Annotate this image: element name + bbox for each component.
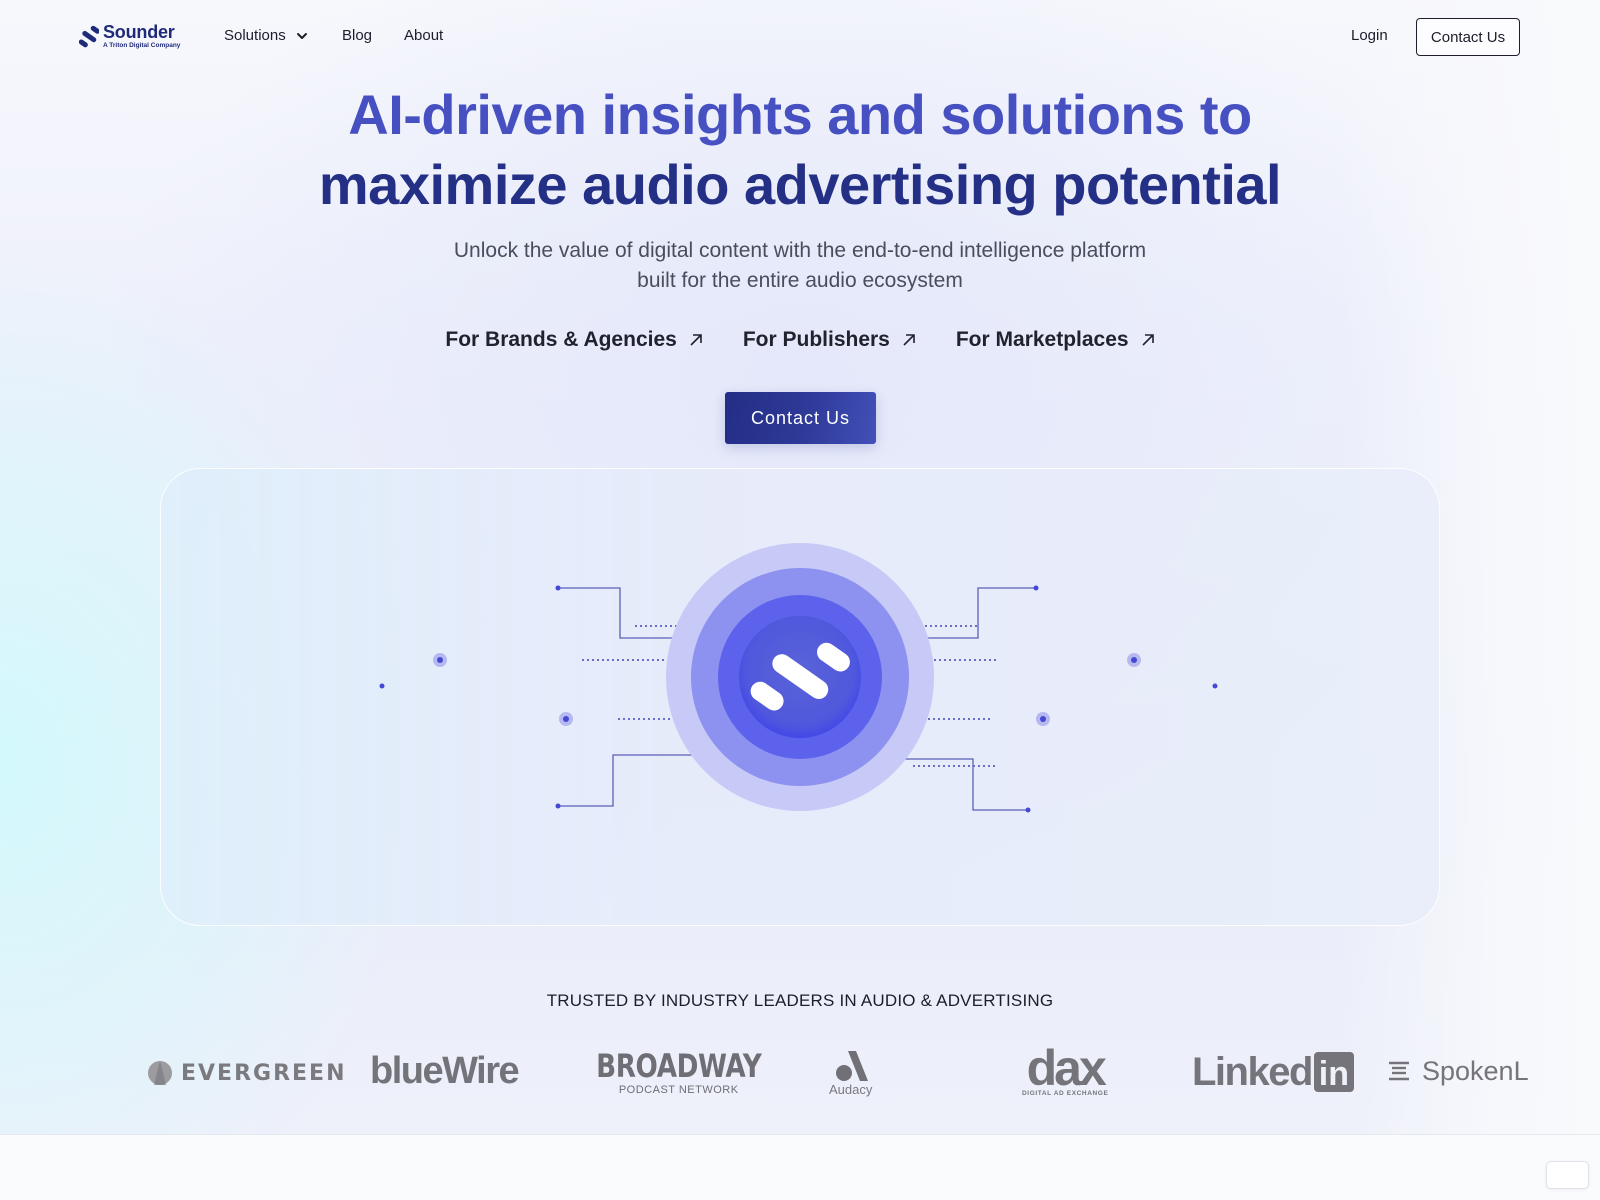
link-label: For Publishers [742,328,890,351]
linkedin-in-badge: in [1313,1052,1354,1092]
hero-subheading: Unlock the value of digital content with… [0,236,1600,296]
partner-name: SpokenL [1422,1056,1529,1086]
partner-name: BROADWAY [596,1047,762,1085]
headline-line-2: maximize audio advertising potential [318,153,1282,216]
chevron-down-icon [296,33,307,39]
audacy-a-icon [835,1051,868,1081]
illustration-card [160,468,1440,926]
chat-widget-button[interactable] [1546,1161,1589,1189]
link-label: For Marketplaces [955,328,1129,351]
login-link[interactable]: Login [1351,26,1388,46]
arrow-up-right-icon [1142,334,1154,346]
nav-contact-button[interactable]: Contact Us [1416,18,1520,56]
partner-logo-spokenlayer: SpokenL [1388,1056,1529,1086]
partner-logo-linkedin: Linked in [1192,1052,1354,1092]
sounder-logo[interactable]: Sounder A Triton Digital Company [79,22,183,50]
partner-logo-broadway: BROADWAY PODCAST NETWORK [578,1050,779,1096]
partner-subtitle: DIGITAL AD EXCHANGE [1022,1090,1109,1097]
arrow-up-right-icon [690,334,702,346]
sounder-logo-mark-icon [79,25,99,48]
headline-line-1: AI-driven insights and solutions to [348,83,1252,146]
partner-logo-audacy: Audacy [829,1051,872,1097]
logo-wordmark: Sounder [103,22,175,42]
audience-links: For Brands & Agencies For Publishers For… [0,324,1600,356]
logo-tagline: A Triton Digital Company [103,42,181,49]
link-publishers[interactable]: For Publishers [743,324,916,356]
partner-logo-evergreen: EVERGREEN [147,1060,347,1086]
evergreen-leaf-icon [148,1061,172,1085]
partner-name: Audacy [829,1082,873,1097]
nav-about[interactable]: About [404,26,443,46]
partner-subtitle: PODCAST NETWORK [618,1084,739,1096]
partner-logo-bluewire: blueWire [370,1050,520,1093]
partner-name: dax [1026,1040,1107,1096]
partner-name: EVERGREEN [181,1060,347,1086]
top-navigation: Sounder A Triton Digital Company Solutio… [0,0,1600,74]
spoken-lines-icon [1389,1061,1409,1081]
next-section-edge [0,1134,1600,1200]
link-brands-agencies[interactable]: For Brands & Agencies [445,324,702,356]
partner-logo-dax: dax DIGITAL AD EXCHANGE [1022,1040,1109,1097]
nav-solutions-label: Solutions [224,27,286,44]
link-label: For Brands & Agencies [445,328,677,351]
hero-headline: AI-driven insights and solutions to maxi… [0,80,1600,220]
partner-name: Linked [1192,1050,1313,1094]
hero-contact-button[interactable]: Contact Us [725,392,876,444]
arrow-up-right-icon [903,334,915,346]
nav-solutions[interactable]: Solutions [224,26,308,46]
subheading-line-2: built for the entire audio ecosystem [637,269,963,292]
trusted-by-heading: TRUSTED BY INDUSTRY LEADERS IN AUDIO & A… [546,991,1054,1010]
link-marketplaces[interactable]: For Marketplaces [956,324,1155,356]
subheading-line-1: Unlock the value of digital content with… [453,239,1147,262]
partner-name: blueWire [370,1050,520,1092]
nav-blog[interactable]: Blog [342,26,372,46]
